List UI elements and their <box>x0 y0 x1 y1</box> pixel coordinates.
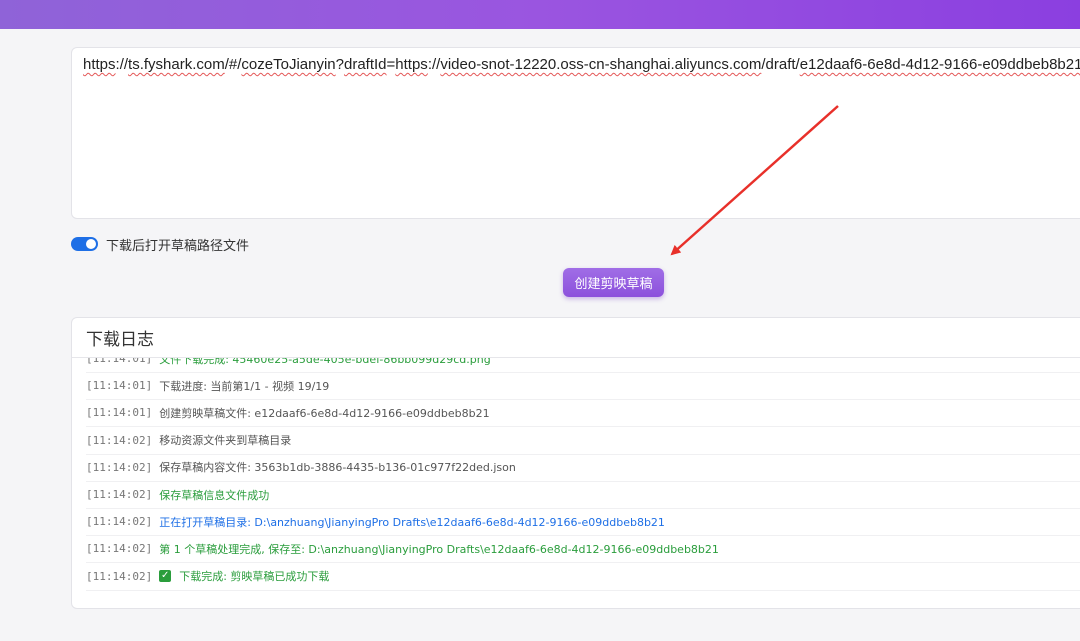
check-icon: ✓ <box>159 570 172 583</box>
log-entry: [11:14:02] 移动资源文件夹到草稿目录 <box>86 427 1080 455</box>
open-folder-toggle-switch[interactable] <box>71 237 98 251</box>
url-segment: ts.fyshark.com <box>128 56 225 73</box>
log-entry-message: 创建剪映草稿文件: e12daaf6-6e8d-4d12-9166-e09ddb… <box>159 406 490 420</box>
download-log-panel: 下载日志 [11:14:01] 文件下载完成: 45460e25-a5de-405… <box>71 317 1080 609</box>
open-folder-toggle-label: 下载后打开草稿路径文件 <box>106 238 250 254</box>
log-entry: [11:14:02] 正在打开草稿目录: D:\anzhuang\Jianying… <box>86 508 1080 537</box>
log-entry: [11:14:02] ✓ 下载完成: 剪映草稿已成功下载 <box>86 563 1080 591</box>
open-folder-toggle-row[interactable]: 下载后打开草稿路径文件 <box>71 234 249 254</box>
log-entry-time: [11:14:02] <box>86 542 153 556</box>
log-list[interactable]: [11:14:01] 文件下载完成: 45460e25-a5de-405e-bde… <box>72 358 1080 608</box>
url-segment: :// <box>115 56 129 73</box>
url-segment: https <box>83 56 116 73</box>
url-segment: :// <box>427 56 441 73</box>
url-segment: = <box>386 56 396 73</box>
log-entry: [11:14:01] 创建剪映草稿文件: e12daaf6-6e8d-4d12-9… <box>86 399 1080 428</box>
log-entry: [11:14:02] 保存草稿内容文件: 3563b1db-3886-4435-b… <box>86 454 1080 482</box>
log-entry-message: 保存草稿内容文件: 3563b1db-3886-4435-b136-01c977… <box>159 461 516 475</box>
draft-url-text[interactable]: https://ts.fyshark.com/#/cozeToJianyin?d… <box>83 56 1080 73</box>
log-entry-time: [11:14:02] <box>86 515 153 529</box>
log-entry-time: [11:14:02] <box>86 433 153 447</box>
url-segment: e12daaf6-6e8d-4d12-9166-e09ddbeb8b21.jso… <box>799 56 1080 73</box>
log-entry-time: [11:14:02] <box>86 460 153 474</box>
log-entry-message: 保存草稿信息文件成功 <box>159 488 270 502</box>
top-header-bar <box>0 0 1080 29</box>
log-entry-message: 文件下载完成: 45460e25-a5de-405e-bdef-86bb099d… <box>159 358 491 366</box>
log-entry-time: [11:14:01] <box>86 406 153 420</box>
url-segment: draftId <box>343 56 387 73</box>
url-segment: cozeToJianyin <box>241 56 336 73</box>
log-entry-message: 下载完成: 剪映草稿已成功下载 <box>179 570 330 584</box>
draft-url-textarea[interactable]: https://ts.fyshark.com/#/cozeToJianyin?d… <box>71 47 1080 219</box>
url-segment: /#/ <box>224 56 242 73</box>
url-segment: /draft/ <box>761 56 800 73</box>
url-segment: ? <box>335 56 344 73</box>
log-entry: [11:14:01] 下载进度: 当前第1/1 - 视频 19/19 <box>86 372 1080 401</box>
log-entry-message: 第 1 个草稿处理完成, 保存至: D:\anzhuang\JianyingPr… <box>159 542 719 556</box>
log-entry-time: [11:14:01] <box>86 379 153 393</box>
log-entry-message: 下载进度: 当前第1/1 - 视频 19/19 <box>159 379 330 393</box>
log-entry: [11:14:02] 保存草稿信息文件成功 <box>86 481 1080 509</box>
log-entry-time: [11:14:02] <box>86 569 153 583</box>
log-entry: [11:14:02] 第 1 个草稿处理完成, 保存至: D:\anzhuang\… <box>86 535 1080 564</box>
log-panel-title: 下载日志 <box>72 318 1080 358</box>
log-entry: [11:14:01] 文件下载完成: 45460e25-a5de-405e-bde… <box>86 358 1080 373</box>
log-entry-message: 移动资源文件夹到草稿目录 <box>159 434 292 448</box>
log-entry-message: 正在打开草稿目录: D:\anzhuang\JianyingPro Drafts… <box>159 515 665 529</box>
log-entry-time: [11:14:02] <box>86 488 153 501</box>
toggle-knob <box>86 239 96 249</box>
create-draft-button[interactable]: 创建剪映草稿 <box>563 268 664 297</box>
url-segment: video-snot-12220.oss-cn-shanghai.aliyunc… <box>440 56 762 73</box>
log-entry-time: [11:14:01] <box>86 358 153 365</box>
url-segment: https <box>395 56 428 73</box>
